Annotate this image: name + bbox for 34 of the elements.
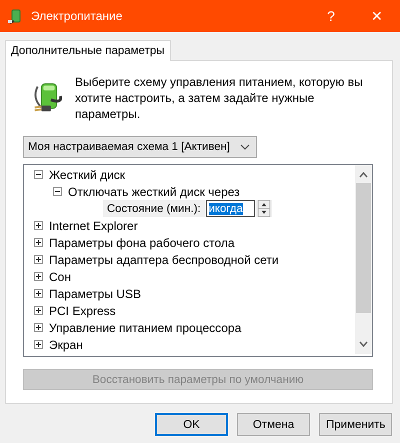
dialog-button[interactable]: Применить [319,413,392,436]
tree-item[interactable]: Параметры USB [49,286,141,300]
window-title: Электропитание [31,9,124,23]
minutes-spinbox[interactable]: икогда [206,200,255,217]
instruction-text: Выберите схему управления питанием, которую вы хотите настроить, а затем задайте нужные параметры. [75,74,364,122]
dialog-button[interactable]: Отмена [237,413,310,436]
scrollbar[interactable] [355,165,372,354]
tree-item[interactable]: Отключать жесткий диск через [68,184,240,198]
expand-icon[interactable] [34,340,43,349]
expand-icon[interactable] [34,221,43,230]
tree-item[interactable]: Жесткий диск [49,168,126,182]
spin-arrows-icon[interactable] [256,200,272,217]
tree-item[interactable]: Параметры фона рабочего стола [49,236,235,250]
collapse-icon[interactable] [34,170,43,179]
chevron-down-icon [240,144,250,150]
expand-icon[interactable] [34,289,43,298]
scheme-dropdown[interactable]: Моя настраиваемая схема 1 [Активен] [23,136,257,158]
tree-item[interactable]: Internet Explorer [49,218,138,232]
tree-item[interactable]: Параметры адаптера беспроводной сети [49,252,279,266]
expand-icon[interactable] [34,272,43,281]
tree-item[interactable]: PCI Express [49,304,116,318]
tab[interactable]: Дополнительные параметры [5,40,170,61]
tree-item[interactable]: Экран [49,338,83,352]
dialog-button[interactable]: OK [155,413,228,436]
expand-icon[interactable] [34,255,43,264]
expand-icon[interactable] [34,238,43,247]
expand-icon[interactable] [34,306,43,315]
selected-value-text: икогда [208,202,243,214]
battery-plug-icon [7,8,23,24]
expand-icon[interactable] [34,323,43,332]
tree-item[interactable]: Сон [49,270,71,284]
tree-item[interactable]: Управление питанием процессора [49,320,242,334]
setting-label: Состояние (мин.): [107,202,201,214]
collapse-icon[interactable] [53,187,62,196]
